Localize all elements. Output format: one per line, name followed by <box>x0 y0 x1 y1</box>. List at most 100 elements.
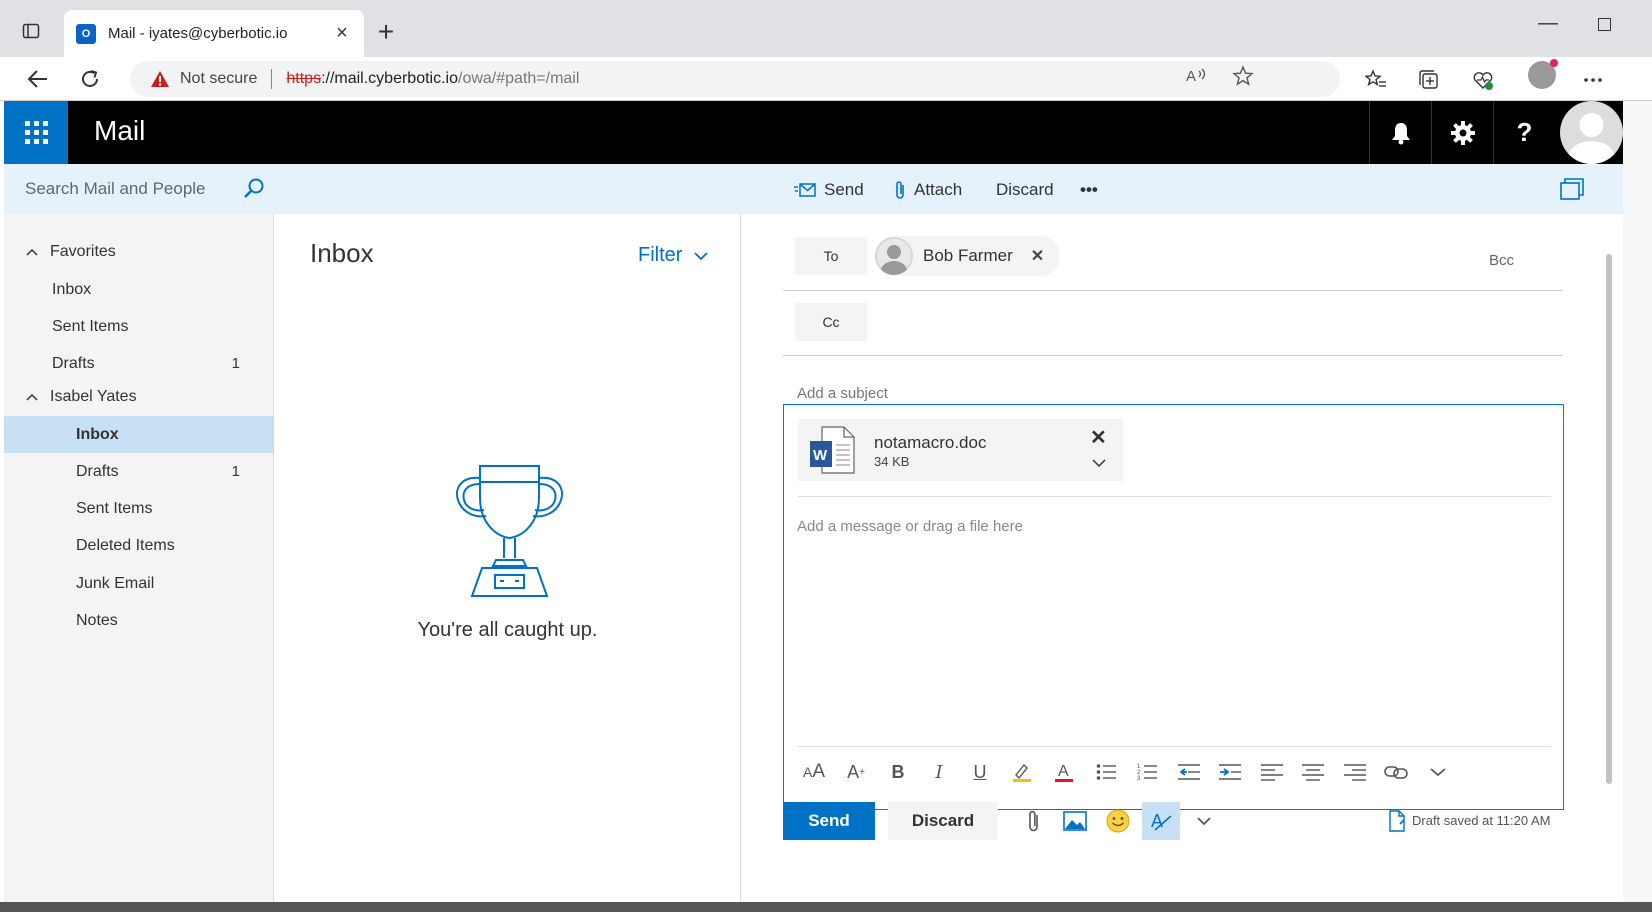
bullets-icon[interactable] <box>1091 757 1121 787</box>
browser-tab[interactable]: O Mail - iyates@cyberbotic.io × <box>64 10 364 57</box>
sidebar-item-label: Sent Items <box>76 499 153 517</box>
recipient-chip[interactable]: Bob Farmer ✕ <box>875 236 1061 276</box>
sidebar-item-label: Drafts <box>52 354 95 372</box>
emoji-icon[interactable] <box>1103 806 1133 836</box>
bold-icon[interactable]: B <box>883 757 913 787</box>
underline-icon[interactable]: U <box>965 757 995 787</box>
align-center-icon[interactable] <box>1298 757 1328 787</box>
decrease-indent-icon[interactable] <box>1174 757 1204 787</box>
notifications-bell-icon[interactable] <box>1369 101 1431 164</box>
chevron-down-icon <box>694 252 708 261</box>
to-button[interactable]: To <box>795 237 867 275</box>
sidebar-item-notes[interactable]: Notes <box>4 602 274 639</box>
font-color-icon[interactable]: A <box>1049 757 1079 787</box>
folder-pane: Search Mail and People Favorites Inbox S… <box>4 164 274 912</box>
numbering-icon[interactable]: 123 <box>1132 757 1162 787</box>
user-avatar[interactable] <box>1560 101 1623 164</box>
attachment-name: notamacro.doc <box>874 433 987 452</box>
address-bar[interactable]: Not secure https ://mail.cyberbotic.io /… <box>130 61 1340 97</box>
search-placeholder: Search Mail and People <box>25 179 206 198</box>
divider <box>271 69 273 89</box>
compose-scrollbar[interactable] <box>1604 230 1614 900</box>
reload-icon[interactable] <box>76 65 104 93</box>
favorites-header[interactable]: Favorites <box>4 234 274 270</box>
insert-picture-icon[interactable] <box>1060 806 1090 836</box>
sidebar-item-favorites-sent-items[interactable]: Sent Items <box>4 308 274 345</box>
remove-recipient-icon[interactable]: ✕ <box>1031 246 1044 266</box>
search-icon[interactable] <box>234 169 274 209</box>
compose-pane: To Bob Farmer ✕ Bcc Cc Add a subject W n… <box>742 214 1623 912</box>
font-icon[interactable]: AA <box>799 757 829 787</box>
new-tab-button[interactable]: + <box>372 18 400 46</box>
highlight-icon[interactable] <box>1007 757 1037 787</box>
sidebar-item-sent-items[interactable]: Sent Items <box>4 490 274 527</box>
attach-command-label: Attach <box>914 180 963 199</box>
security-status[interactable]: Not secure <box>180 70 257 88</box>
align-right-icon[interactable] <box>1340 757 1370 787</box>
paperclip-icon[interactable] <box>1019 806 1049 836</box>
divider <box>798 496 1551 497</box>
more-options-icon[interactable]: ••• <box>1080 177 1098 203</box>
sidebar-item-deleted-items[interactable]: Deleted Items <box>4 527 274 564</box>
favorite-star-icon[interactable] <box>1232 65 1254 87</box>
empty-state-message: You're all caught up. <box>417 619 598 641</box>
cc-button[interactable]: Cc <box>795 303 867 341</box>
browser-essentials-icon[interactable] <box>1470 67 1496 93</box>
discard-command[interactable]: Discard <box>996 177 1054 203</box>
app-title: Mail <box>94 115 146 146</box>
tab-actions-icon[interactable] <box>20 20 42 42</box>
subject-input[interactable]: Add a subject <box>797 385 888 402</box>
format-text-icon[interactable]: A <box>1142 802 1180 840</box>
divider <box>798 746 1551 747</box>
sidebar-item-drafts[interactable]: Drafts 1 <box>4 453 274 490</box>
increase-indent-icon[interactable] <box>1215 757 1245 787</box>
align-left-icon[interactable] <box>1257 757 1287 787</box>
draft-status: Draft saved at 11:20 AM <box>1412 813 1551 828</box>
attachment-card[interactable]: W notamacro.doc 34 KB ✕ <box>798 419 1123 481</box>
send-command[interactable]: Send <box>794 177 864 203</box>
chevron-down-icon[interactable] <box>1423 757 1453 787</box>
minimize-icon[interactable]: — <box>1538 12 1558 35</box>
sidebar-item-favorites-drafts[interactable]: Drafts 1 <box>4 345 274 382</box>
popout-icon[interactable] <box>1560 178 1584 200</box>
side-edge <box>1623 101 1652 912</box>
url-host: ://mail.cyberbotic.io <box>321 70 458 87</box>
draft-saved-icon <box>1388 810 1406 832</box>
read-aloud-icon[interactable]: A <box>1185 65 1207 87</box>
collections-icon[interactable] <box>1416 67 1442 93</box>
italic-icon[interactable]: I <box>924 757 954 787</box>
back-icon[interactable] <box>24 65 52 93</box>
discard-button[interactable]: Discard <box>888 802 998 840</box>
send-button[interactable]: Send <box>783 802 875 840</box>
link-icon[interactable] <box>1381 757 1411 787</box>
filter-dropdown[interactable]: Filter <box>638 244 708 267</box>
app-launcher-icon[interactable] <box>4 101 68 164</box>
maximize-icon[interactable] <box>1598 18 1611 31</box>
unread-count: 1 <box>231 463 240 480</box>
message-body[interactable]: W notamacro.doc 34 KB ✕ Add a message or… <box>783 404 1564 810</box>
attach-command[interactable]: Attach <box>894 177 962 203</box>
filter-label: Filter <box>638 244 683 266</box>
cc-row: Cc <box>783 291 1563 356</box>
sidebar-item-inbox[interactable]: Inbox <box>4 416 274 453</box>
bcc-link[interactable]: Bcc <box>1489 252 1514 269</box>
sidebar-item-label: Inbox <box>76 425 119 443</box>
close-tab-icon[interactable]: × <box>332 22 352 45</box>
account-header[interactable]: Isabel Yates <box>4 379 274 415</box>
more-menu-icon[interactable] <box>1580 67 1606 93</box>
favorites-list-icon[interactable] <box>1363 67 1389 93</box>
font-size-icon[interactable]: A + <box>841 757 871 787</box>
remove-attachment-icon[interactable]: ✕ <box>1090 425 1107 450</box>
settings-gear-icon[interactable] <box>1431 101 1493 164</box>
scrollbar-thumb[interactable] <box>1606 254 1612 784</box>
send-mail-icon <box>794 183 816 197</box>
sidebar-item-label: Junk Email <box>76 574 155 592</box>
sidebar-item-favorites-inbox[interactable]: Inbox <box>4 271 274 308</box>
svg-text:W: W <box>813 447 828 464</box>
chevron-down-icon[interactable] <box>1189 806 1219 836</box>
chevron-down-icon[interactable] <box>1092 455 1106 471</box>
help-icon[interactable]: ? <box>1493 101 1555 164</box>
sidebar-item-junk-email[interactable]: Junk Email <box>4 565 274 602</box>
search-input[interactable]: Search Mail and People <box>4 164 274 214</box>
sidebar-item-label: Drafts <box>76 462 119 480</box>
